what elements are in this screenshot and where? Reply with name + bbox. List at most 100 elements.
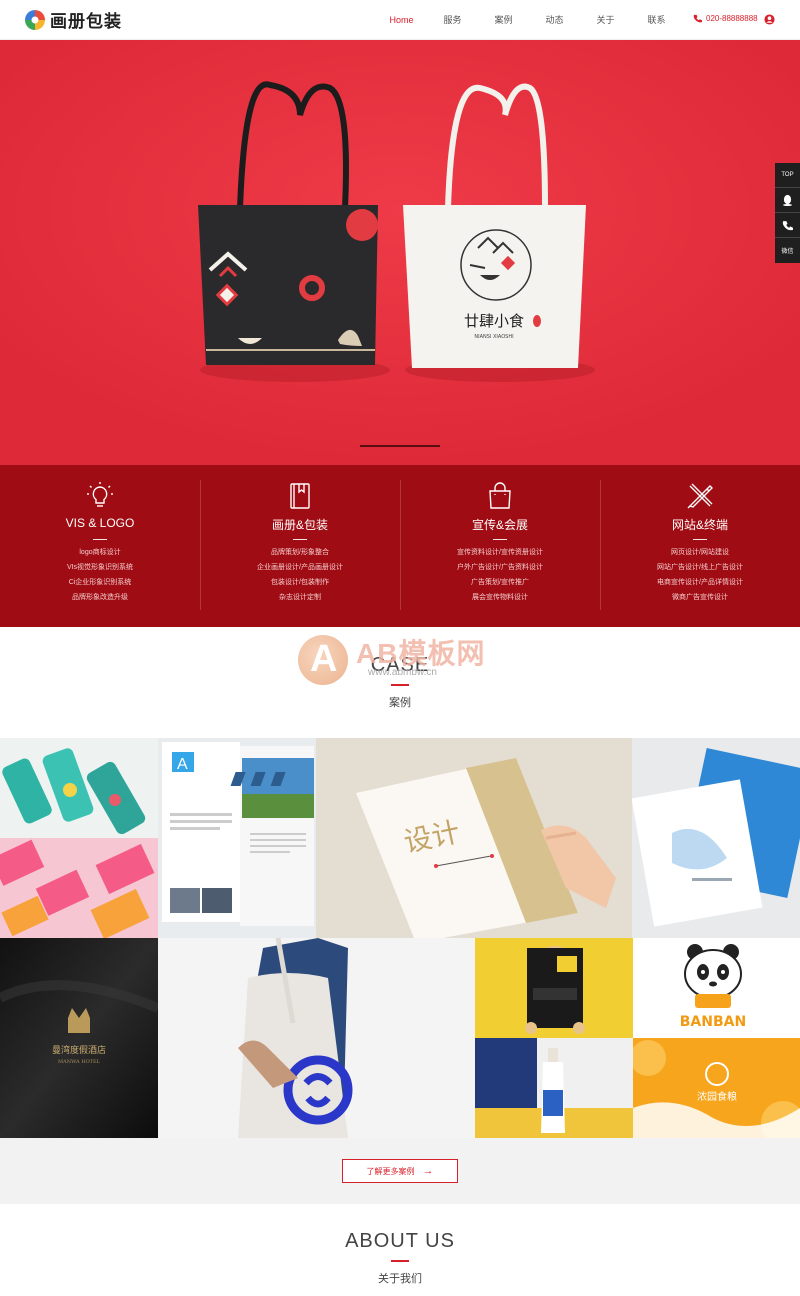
service-brochure-packaging[interactable]: 画册&包装 品牌策划/形象整合 企业画册设计/产品画册设计 包装设计/包装制作 … [200, 465, 400, 627]
service-title: VIS & LOGO [65, 516, 135, 530]
title-underline [391, 684, 409, 686]
case-image-bottle [475, 1038, 633, 1138]
slider-indicator[interactable] [360, 445, 440, 447]
service-item: 网站广告设计/线上广告设计 [657, 564, 743, 571]
service-title: 网站&终端 [671, 518, 728, 532]
book-icon [290, 483, 310, 509]
brochure-logo-text: A [177, 756, 188, 773]
case-image-book: 设计 [316, 738, 632, 938]
case-title-cn: 案例 [389, 697, 411, 709]
service-title: 画册&包装 [271, 518, 328, 532]
case-image-brochure: A [158, 738, 316, 938]
qq-penguin-icon [783, 194, 792, 206]
service-item: 品牌策划/形象整合 [271, 549, 329, 556]
case-image-oranges: 浓园食粮 [633, 1038, 800, 1138]
phone-icon [693, 14, 702, 23]
service-item: 杂志设计定制 [279, 594, 321, 601]
brand-name: 画册包装 [50, 12, 122, 32]
phone-number: 020-88888888 [706, 14, 758, 23]
hero-banner[interactable]: 廿肆小食 NIANSI XIAOSHI [0, 40, 800, 465]
case-tile-poster[interactable] [475, 938, 633, 1038]
about-title-cn: 关于我们 [378, 1273, 422, 1285]
shopping-bag-icon [489, 482, 511, 509]
service-item: 广告策划/宣传推广 [471, 579, 529, 586]
more-cases-strip: 了解更多案例 → [0, 1138, 800, 1204]
service-item: 企业画册设计/产品画册设计 [257, 564, 343, 571]
nav-about[interactable]: 关于 [580, 0, 631, 40]
juice-brand-text: 浓园食粮 [697, 1090, 737, 1103]
case-tile-panda[interactable]: BANBAN [633, 938, 800, 1038]
service-promo-exhibition[interactable]: 宣传&会展 宣传资料设计/宣传资册设计 户外广告设计/广告资料设计 广告策划/宣… [400, 465, 600, 627]
bag-brand-subtext: NIANSI XIAOSHI [474, 334, 513, 340]
hotel-name-cn: 曼湾度假酒店 [52, 1044, 106, 1056]
logo-pinwheel-icon [25, 9, 45, 30]
back-to-top-button[interactable]: TOP [775, 163, 800, 188]
nav-cases[interactable]: 案例 [478, 0, 529, 40]
case-section-header: CASE 案例 [0, 640, 800, 710]
service-item: 户外广告设计/广告资料设计 [457, 564, 543, 571]
nav-contact[interactable]: 联系 [631, 0, 682, 40]
case-image-cans [0, 738, 158, 938]
tote-bags-illustration: 廿肆小食 NIANSI XIAOSHI [0, 40, 800, 465]
service-title: 宣传&会展 [471, 518, 528, 532]
case-image-poster [475, 938, 633, 1038]
header-phone[interactable]: 020-88888888 [693, 14, 758, 23]
service-item: 展会宣传物料设计 [472, 594, 528, 601]
nav-news[interactable]: 动态 [529, 0, 580, 40]
hotel-name-en: MANWA HOTEL [58, 1059, 101, 1065]
case-tile-stationery[interactable] [632, 738, 800, 938]
phone-icon [782, 220, 793, 230]
phone-button[interactable] [775, 213, 800, 238]
case-tile-bottle[interactable] [475, 1038, 633, 1138]
about-section-header: ABOUT US 关于我们 [0, 1230, 800, 1286]
case-tile-oranges[interactable]: 浓园食粮 [633, 1038, 800, 1138]
pen-ruler-icon [687, 483, 713, 509]
nav-home[interactable]: Home [376, 0, 427, 40]
service-vis-logo[interactable]: VIS & LOGO logo商标设计 VIs视觉形象识别系统 Ci企业形象识别… [0, 465, 200, 627]
case-grid: A 设计 曼湾度假酒店 MANWA HOTEL BANBAN 浓园食粮 [0, 738, 800, 1138]
service-item: 微商广告宣传设计 [672, 594, 728, 601]
service-item: 包装设计/包装制作 [271, 579, 329, 586]
main-nav: Home 服务 案例 动态 关于 联系 [376, 0, 682, 40]
top-label: TOP [781, 172, 794, 178]
site-logo[interactable]: 画册包装 [24, 7, 122, 32]
case-tile-hotel[interactable]: 曼湾度假酒店 MANWA HOTEL [0, 938, 158, 1138]
case-tile-book[interactable]: 设计 [316, 738, 632, 938]
service-item: Ci企业形象识别系统 [68, 579, 132, 586]
divider [693, 539, 707, 540]
case-tile-cans[interactable] [0, 738, 158, 938]
user-icon[interactable] [764, 14, 775, 25]
lightbulb-icon [87, 482, 113, 507]
title-underline [391, 1260, 409, 1262]
service-item: logo商标设计 [79, 549, 121, 556]
case-title-en: CASE [370, 654, 430, 676]
nav-services[interactable]: 服务 [427, 0, 478, 40]
qq-button[interactable] [775, 188, 800, 213]
case-tile-brochure[interactable]: A [158, 738, 316, 938]
service-item: 宣传资料设计/宣传资册设计 [457, 549, 543, 556]
case-image-tote [158, 938, 475, 1138]
case-image-hotel: 曼湾度假酒店 MANWA HOTEL [0, 938, 158, 1138]
service-item: 电商宣传设计/产品详情设计 [657, 579, 743, 586]
about-title-en: ABOUT US [345, 1230, 455, 1252]
more-cases-button[interactable]: 了解更多案例 → [342, 1159, 458, 1183]
wechat-button[interactable]: 微信 [775, 238, 800, 263]
service-web-terminal[interactable]: 网站&终端 网页设计/网站建设 网站广告设计/线上广告设计 电商宣传设计/产品详… [600, 465, 800, 627]
divider [293, 539, 307, 540]
services-strip: VIS & LOGO logo商标设计 VIs视觉形象识别系统 Ci企业形象识别… [0, 465, 800, 627]
top-header: 画册包装 Home 服务 案例 动态 关于 联系 020-88888888 [0, 0, 800, 40]
divider [493, 539, 507, 540]
panda-brand-text: BANBAN [680, 1014, 746, 1030]
page: 画册包装 Home 服务 案例 动态 关于 联系 020-88888888 廿肆… [0, 0, 800, 1296]
bag-brand-text: 廿肆小食 [464, 312, 524, 330]
wechat-label: 微信 [781, 249, 794, 255]
case-image-stationery [632, 738, 800, 938]
case-image-panda: BANBAN [633, 938, 800, 1038]
service-item: 品牌形象改造升级 [72, 594, 128, 601]
arrow-right-icon: → [422, 1165, 434, 1177]
case-tile-tote[interactable] [158, 938, 475, 1138]
service-item: 网页设计/网站建设 [671, 549, 729, 556]
side-toolbar: TOP 微信 [775, 163, 800, 263]
more-cases-label: 了解更多案例 [366, 1166, 415, 1176]
divider [93, 539, 107, 540]
